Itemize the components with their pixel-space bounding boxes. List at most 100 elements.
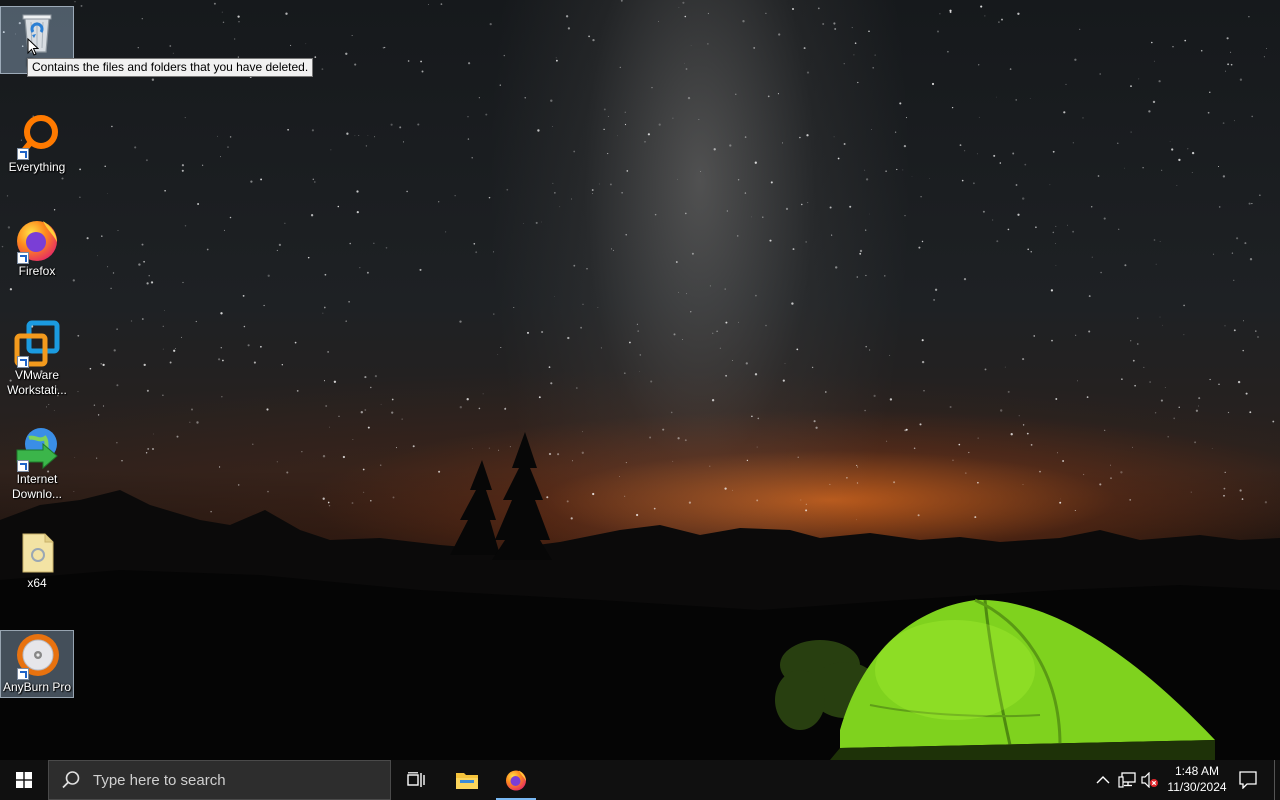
star [769,239,772,242]
volume-muted-icon[interactable] [1141,772,1159,788]
star [678,291,679,293]
star [1272,420,1275,423]
star [181,336,182,338]
star [220,346,223,349]
star [716,330,718,332]
star [918,246,921,249]
star [367,426,370,429]
star [1077,380,1078,382]
star [658,21,659,22]
star [313,181,316,183]
star [358,135,360,136]
star [1072,230,1074,233]
star [612,249,614,251]
taskbar-search-box[interactable]: Type here to search [48,760,391,800]
star [698,119,700,120]
desktop-icon-internet-download-manager[interactable]: Internet Downlo... [0,422,74,501]
taskbar-file-explorer[interactable] [443,760,491,800]
star [402,141,405,143]
star [690,44,692,46]
star [675,261,678,263]
star [1209,378,1211,381]
magnifier-orange-icon [13,112,61,160]
mouse-cursor-icon [27,38,39,56]
star [392,496,395,499]
desktop-icon-firefox[interactable]: Firefox [0,214,74,282]
star [625,234,627,236]
star [856,276,859,278]
star [330,149,332,151]
star [152,448,154,450]
star [312,178,315,181]
star [221,396,223,398]
star [807,202,809,204]
star [362,491,365,493]
star [1029,97,1031,99]
star [1159,241,1161,242]
star [504,407,507,410]
star [1153,60,1155,62]
clock-time: 1:48 AM [1174,764,1220,778]
star [143,260,145,263]
network-icon[interactable] [1118,772,1136,788]
show-desktop-button[interactable] [1274,760,1280,800]
star [364,409,367,411]
star [894,131,897,133]
taskbar-clock[interactable]: 1:48 AM 11/30/2024 [1162,763,1232,795]
star [800,499,802,501]
star [130,320,133,322]
star [482,393,484,395]
star [1160,399,1163,402]
star [146,282,149,285]
desktop-icon-anyburn-pro[interactable]: AnyBurn Pro [0,630,74,698]
star [307,256,310,259]
taskbar-firefox[interactable] [492,760,540,800]
star [853,54,855,56]
desktop-background[interactable]: Rec Everything [0,0,1280,760]
star [639,371,640,372]
star [419,268,422,271]
star [1079,28,1081,30]
star [837,157,840,160]
star [567,336,570,340]
star [445,231,447,233]
star [949,405,952,409]
chevron-up-icon[interactable] [1096,774,1110,786]
star [1142,166,1144,169]
star [736,235,739,237]
star [143,363,146,367]
star [1218,383,1220,385]
star [242,294,245,297]
star [1248,202,1251,205]
star [621,191,623,194]
star [1130,131,1132,133]
star [1190,491,1192,493]
star [1249,411,1252,414]
star [399,126,402,129]
desktop-icon-everything[interactable]: Everything [0,110,74,178]
star [620,0,623,2]
star [607,115,609,118]
task-view-button[interactable] [392,760,440,800]
star [1052,231,1055,234]
star [856,519,857,521]
star [1001,18,1003,21]
star [833,136,835,138]
star [964,472,967,474]
star [1130,340,1132,342]
star [571,198,573,200]
desktop-icon-vmware[interactable]: VMware Workstati... [0,318,74,397]
star [785,207,789,210]
star [738,321,739,323]
star [755,294,757,297]
star [1052,150,1055,153]
star [903,144,907,148]
star [478,407,481,410]
star [921,360,925,364]
star [1230,51,1232,53]
notification-icon[interactable] [1239,771,1257,789]
star [112,272,115,274]
desktop-icon-x64-folder[interactable]: x64 [0,526,74,594]
start-button[interactable] [0,760,48,800]
star [459,406,462,409]
